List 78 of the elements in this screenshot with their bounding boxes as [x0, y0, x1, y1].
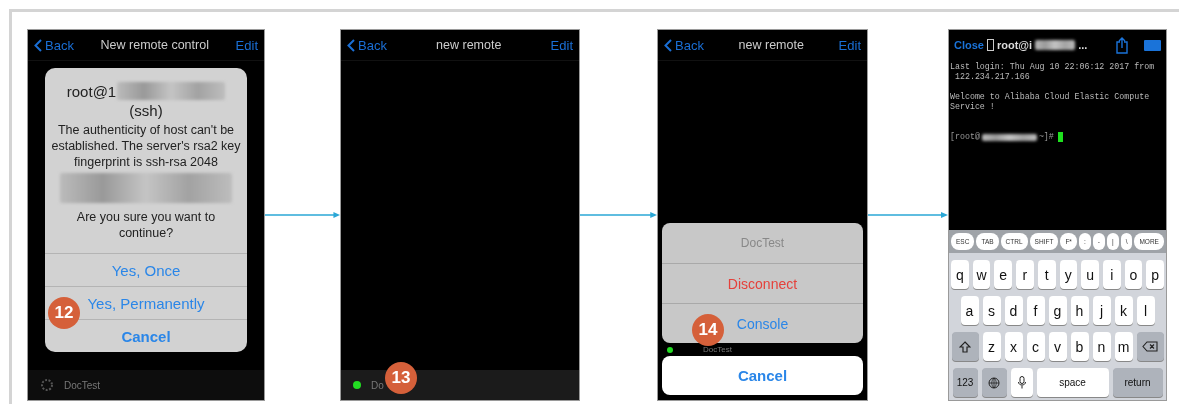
share-icon[interactable] — [1115, 36, 1129, 54]
keyboard-key[interactable]: e — [994, 260, 1013, 289]
delete-key[interactable] — [1136, 332, 1164, 361]
terminal-line: Service ! — [950, 102, 996, 112]
arrow-icon — [580, 211, 657, 219]
keyboard-key[interactable]: s — [982, 296, 1001, 325]
globe-key[interactable] — [981, 368, 1007, 397]
dictation-key[interactable] — [1010, 368, 1033, 397]
sheet-title: DocTest — [739, 235, 786, 252]
arrow-icon — [265, 211, 340, 219]
keyboard-key[interactable]: a — [960, 296, 979, 325]
keyboard-key[interactable]: i — [1102, 260, 1121, 289]
keyboard-key[interactable]: l — [1136, 296, 1155, 325]
back-button[interactable]: Back — [347, 37, 387, 53]
gear-icon — [40, 378, 54, 392]
arrow-icon — [868, 211, 948, 219]
chevron-left-icon — [664, 38, 672, 52]
chevron-left-icon — [347, 38, 355, 52]
keyboard-key[interactable]: z — [982, 332, 1001, 361]
terminal-line: Last login: Thu Aug 10 22:06:12 2017 from — [950, 62, 1156, 72]
globe-icon — [988, 376, 1000, 389]
edit-button[interactable]: Edit — [235, 37, 258, 53]
keyboard-key[interactable]: w — [972, 260, 991, 289]
keyboard-key[interactable]: d — [1004, 296, 1023, 325]
square-icon — [986, 39, 994, 51]
nav-title: new remote — [436, 38, 502, 52]
session-title: root@i — [996, 39, 1033, 51]
keyboard-key[interactable]: x — [1004, 332, 1023, 361]
keyboard-key[interactable]: b — [1070, 332, 1089, 361]
chevron-left-icon — [34, 38, 42, 52]
step-badge: 13 — [385, 362, 417, 394]
keyboard-key[interactable]: u — [1081, 260, 1099, 289]
keyboard-key[interactable]: m — [1114, 332, 1133, 361]
blurred-text — [1035, 40, 1076, 50]
back-button[interactable]: Back — [34, 37, 74, 53]
keyboard-key[interactable]: k — [1114, 296, 1133, 325]
alert-title: root@1 — [66, 82, 117, 100]
keyboard-key[interactable]: h — [1070, 296, 1089, 325]
session-title: ... — [1078, 39, 1088, 51]
keyboard-key[interactable]: p — [1146, 260, 1164, 289]
backspace-icon — [1142, 341, 1158, 352]
keyboard-key[interactable]: t — [1037, 260, 1056, 289]
connection-name: DocTest — [64, 379, 101, 391]
terminal-prompt: ~]# — [1038, 132, 1054, 142]
keyboard-key[interactable]: j — [1092, 296, 1111, 325]
terminal-line: 122.234.217.166 — [953, 72, 1031, 82]
shift-icon — [959, 340, 971, 353]
edit-button[interactable]: Edit — [550, 37, 573, 53]
cancel-button[interactable]: Cancel — [662, 356, 863, 395]
microphone-icon — [1017, 376, 1026, 389]
space-key[interactable]: space — [1036, 368, 1109, 397]
numbers-key[interactable]: 123 — [952, 368, 978, 397]
connection-name: DocTest — [703, 345, 732, 354]
keyboard-key[interactable]: g — [1048, 296, 1067, 325]
alert-question: Are you sure you want to continue? — [75, 209, 217, 241]
text-cursor — [1057, 132, 1063, 142]
keyboard-key[interactable]: r — [1016, 260, 1034, 289]
back-button[interactable]: Back — [664, 37, 704, 53]
blurred-text — [981, 133, 1037, 141]
keyboard-icon[interactable] — [1144, 39, 1161, 51]
nav-title: New remote control — [100, 38, 209, 52]
return-key[interactable]: return — [1112, 368, 1163, 397]
keyboard-key[interactable]: y — [1059, 260, 1078, 289]
alert-message: The authenticity of host can't be established. The server's rsa2 key fingerprint is ssh-rsa 2048 — [51, 122, 241, 170]
keyboard-key[interactable]: o — [1124, 260, 1143, 289]
keyboard-key[interactable]: c — [1026, 332, 1045, 361]
terminal-line: Welcome to Alibaba Cloud Elastic Compute — [950, 92, 1151, 102]
terminal-prompt: [root@ — [950, 132, 980, 142]
nav-title: new remote — [738, 38, 804, 52]
connection-name[interactable]: Do — [371, 379, 384, 391]
keyboard-key[interactable]: q — [951, 260, 969, 289]
shift-key[interactable] — [951, 332, 979, 361]
keyboard-key[interactable]: f — [1026, 296, 1045, 325]
keyboard-key[interactable]: n — [1092, 332, 1111, 361]
edit-button[interactable]: Edit — [838, 37, 861, 53]
close-button[interactable]: Close — [954, 39, 984, 51]
alert-subtitle: (ssh) — [129, 102, 163, 119]
keyboard-key[interactable]: v — [1048, 332, 1067, 361]
